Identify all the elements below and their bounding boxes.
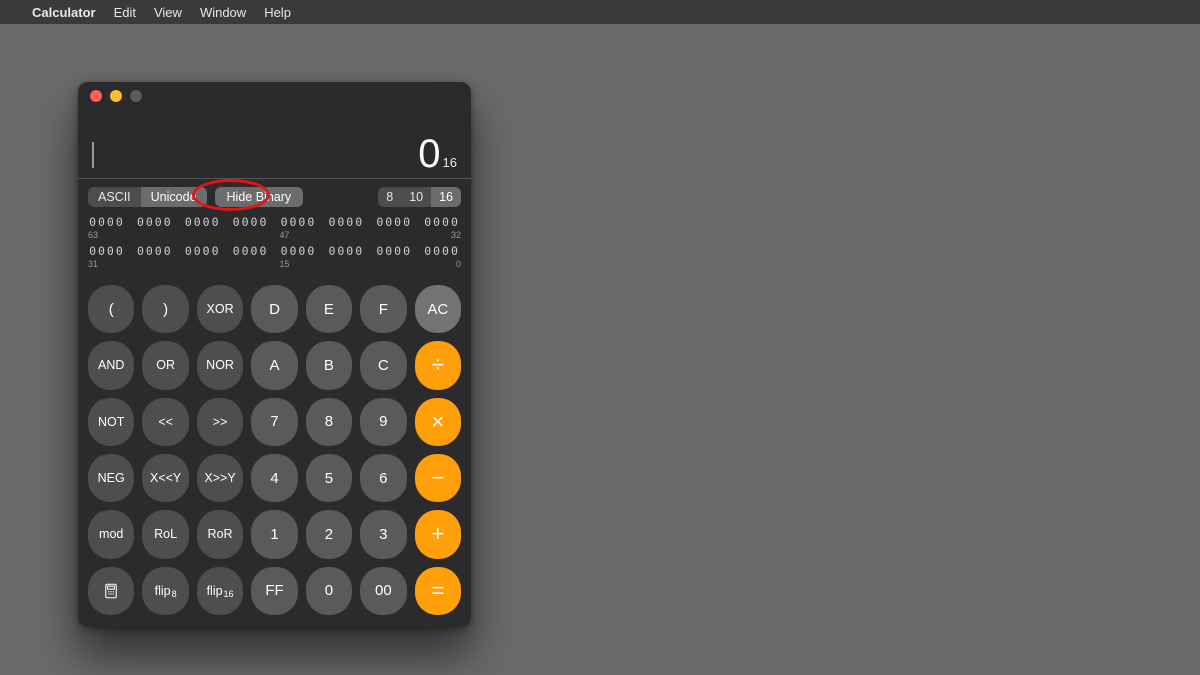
- key-d[interactable]: D: [251, 285, 297, 333]
- window-minimize-button[interactable]: [110, 90, 122, 102]
- key-or[interactable]: OR: [142, 341, 188, 389]
- bit-index-label: 32: [423, 230, 461, 240]
- key-equals[interactable]: =: [415, 567, 461, 615]
- nibble[interactable]: 0000: [136, 215, 174, 229]
- nibble[interactable]: 0000: [280, 215, 318, 229]
- key-shr[interactable]: >>: [197, 398, 243, 446]
- key-ff[interactable]: FF: [251, 567, 297, 615]
- key-divide[interactable]: ÷: [415, 341, 461, 389]
- bit-index-label: 0: [423, 259, 461, 269]
- binary-display[interactable]: 0000 0000 0000 0000 0000 0000 0000 0000 …: [78, 213, 471, 275]
- nibble[interactable]: 0000: [136, 244, 174, 258]
- base-segmented-control: 8 10 16: [378, 187, 461, 207]
- menubar: Calculator Edit View Window Help: [0, 0, 1200, 24]
- display-area: 0 16: [78, 110, 471, 178]
- key-flip8[interactable]: flip8: [142, 567, 188, 615]
- key-8[interactable]: 8: [306, 398, 352, 446]
- nibble[interactable]: 0000: [88, 244, 126, 258]
- key-plus[interactable]: +: [415, 510, 461, 558]
- base-8-toggle[interactable]: 8: [378, 187, 401, 207]
- encoding-segmented-control: ASCII Unicode: [88, 187, 207, 207]
- base-16-toggle[interactable]: 16: [431, 187, 461, 207]
- bit-index-label: 47: [280, 230, 318, 240]
- key-open-paren[interactable]: (: [88, 285, 134, 333]
- key-multiply[interactable]: ×: [415, 398, 461, 446]
- binary-row-low: 0000 0000 0000 0000 0000 0000 0000 0000: [88, 244, 461, 258]
- menu-window[interactable]: Window: [200, 5, 246, 20]
- key-neg[interactable]: NEG: [88, 454, 134, 502]
- key-minus[interactable]: −: [415, 454, 461, 502]
- key-5[interactable]: 5: [306, 454, 352, 502]
- nibble[interactable]: 0000: [184, 215, 222, 229]
- nibble[interactable]: 0000: [327, 244, 365, 258]
- ascii-toggle[interactable]: ASCII: [88, 187, 141, 207]
- menu-edit[interactable]: Edit: [114, 5, 136, 20]
- keypad: ( ) XOR D E F AC AND OR NOR A B C ÷ NOT …: [78, 275, 471, 627]
- key-mod[interactable]: mod: [88, 510, 134, 558]
- key-shl[interactable]: <<: [142, 398, 188, 446]
- key-6[interactable]: 6: [360, 454, 406, 502]
- nibble[interactable]: 0000: [375, 215, 413, 229]
- menu-help[interactable]: Help: [264, 5, 291, 20]
- binary-row-high: 0000 0000 0000 0000 0000 0000 0000 0000: [88, 215, 461, 229]
- window-close-button[interactable]: [90, 90, 102, 102]
- hide-binary-button[interactable]: Hide Binary: [215, 187, 304, 207]
- key-close-paren[interactable]: ): [142, 285, 188, 333]
- nibble[interactable]: 0000: [232, 244, 270, 258]
- key-9[interactable]: 9: [360, 398, 406, 446]
- key-e[interactable]: E: [306, 285, 352, 333]
- key-4[interactable]: 4: [251, 454, 297, 502]
- calculator-window: 0 16 ASCII Unicode Hide Binary 8 10 16 0…: [78, 82, 471, 627]
- bit-index-label: 31: [88, 259, 126, 269]
- nibble[interactable]: 0000: [423, 215, 461, 229]
- key-7[interactable]: 7: [251, 398, 297, 446]
- key-ac[interactable]: AC: [415, 285, 461, 333]
- key-xor[interactable]: XOR: [197, 285, 243, 333]
- display-base-subscript: 16: [443, 155, 457, 170]
- nibble[interactable]: 0000: [375, 244, 413, 258]
- key-00[interactable]: 00: [360, 567, 406, 615]
- bit-index-label: 63: [88, 230, 126, 240]
- display-cursor: [92, 142, 94, 168]
- key-2[interactable]: 2: [306, 510, 352, 558]
- unicode-toggle[interactable]: Unicode: [141, 187, 207, 207]
- controls-row: ASCII Unicode Hide Binary 8 10 16: [78, 179, 471, 213]
- key-nor[interactable]: NOR: [197, 341, 243, 389]
- key-b[interactable]: B: [306, 341, 352, 389]
- key-a[interactable]: A: [251, 341, 297, 389]
- window-zoom-button[interactable]: [130, 90, 142, 102]
- bit-index-label: 15: [280, 259, 318, 269]
- menu-view[interactable]: View: [154, 5, 182, 20]
- window-titlebar: [78, 82, 471, 110]
- nibble[interactable]: 0000: [423, 244, 461, 258]
- key-rol[interactable]: RoL: [142, 510, 188, 558]
- menu-app[interactable]: Calculator: [32, 5, 96, 20]
- key-f[interactable]: F: [360, 285, 406, 333]
- nibble[interactable]: 0000: [327, 215, 365, 229]
- key-0[interactable]: 0: [306, 567, 352, 615]
- key-and[interactable]: AND: [88, 341, 134, 389]
- key-c[interactable]: C: [360, 341, 406, 389]
- key-not[interactable]: NOT: [88, 398, 134, 446]
- key-rpn[interactable]: [88, 567, 134, 615]
- key-flip16[interactable]: flip16: [197, 567, 243, 615]
- key-xshr[interactable]: X>>Y: [197, 454, 243, 502]
- key-ror[interactable]: RoR: [197, 510, 243, 558]
- base-10-toggle[interactable]: 10: [401, 187, 431, 207]
- key-1[interactable]: 1: [251, 510, 297, 558]
- key-3[interactable]: 3: [360, 510, 406, 558]
- calculator-icon: [102, 582, 120, 600]
- nibble[interactable]: 0000: [184, 244, 222, 258]
- nibble[interactable]: 0000: [232, 215, 270, 229]
- display-value: 0: [418, 134, 440, 174]
- nibble[interactable]: 0000: [280, 244, 318, 258]
- nibble[interactable]: 0000: [88, 215, 126, 229]
- key-xshl[interactable]: X<<Y: [142, 454, 188, 502]
